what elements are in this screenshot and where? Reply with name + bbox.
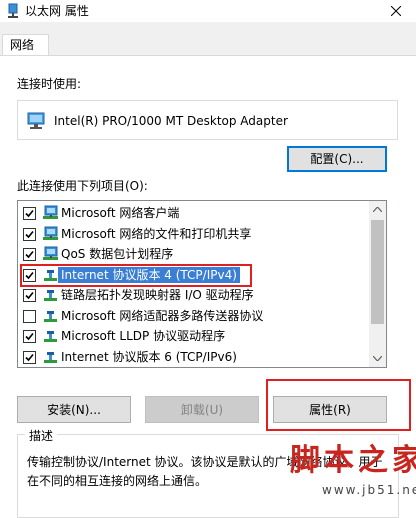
- checkmark-icon: [25, 230, 34, 238]
- item-checkbox[interactable]: [23, 268, 36, 282]
- item-checkbox[interactable]: [23, 227, 36, 241]
- checkmark-icon: [25, 209, 34, 218]
- item-label: Microsoft 网络适配器多路传送器协议: [61, 308, 264, 323]
- item-label: 链路层拓扑发现映射器 I/O 驱动程序: [61, 288, 254, 302]
- close-icon: [391, 6, 401, 16]
- items-label: 此连接使用下列项目(O):: [17, 179, 148, 193]
- items-list[interactable]: Microsoft 网络客户端 Microsoft 网络的文件和打印机共享 QoS …: [17, 200, 387, 368]
- watermark-url: www.jb51.net: [322, 483, 416, 497]
- tab-strip: 网络: [0, 22, 416, 56]
- chevron-up-icon: [373, 207, 382, 212]
- list-scrollbar[interactable]: [369, 201, 386, 367]
- scroll-thumb[interactable]: [371, 220, 384, 324]
- protocol-icon: [44, 310, 57, 322]
- item-label: Microsoft 网络客户端: [61, 206, 180, 220]
- list-item[interactable]: Microsoft 网络适配器多路传送器协议: [18, 307, 370, 326]
- protocol-icon: [44, 269, 57, 281]
- list-item[interactable]: QoS 数据包计划程序: [18, 245, 370, 264]
- tab-network[interactable]: 网络: [2, 34, 49, 56]
- checkmark-icon: [25, 291, 34, 300]
- list-item[interactable]: Microsoft LLDP 协议驱动程序: [18, 327, 370, 346]
- adapter-name: Intel(R) PRO/1000 MT Desktop Adapter: [54, 114, 288, 128]
- item-checkbox[interactable]: [23, 248, 36, 261]
- install-button[interactable]: 安装(N)...: [17, 396, 131, 423]
- item-label: QoS 数据包计划程序: [61, 247, 174, 261]
- item-checkbox[interactable]: [23, 207, 36, 220]
- list-item[interactable]: Microsoft 网络的文件和打印机共享: [18, 225, 370, 244]
- list-item[interactable]: Internet 协议版本 6 (TCP/IPv6): [18, 348, 370, 367]
- protocol-icon: [44, 290, 57, 301]
- checkmark-icon: [25, 332, 34, 341]
- scroll-up-button[interactable]: [369, 201, 386, 218]
- network-client-icon: [43, 205, 58, 219]
- properties-button[interactable]: 属性(R): [273, 396, 387, 423]
- adapter-box: Intel(R) PRO/1000 MT Desktop Adapter: [17, 100, 398, 140]
- item-checkbox[interactable]: [23, 309, 36, 323]
- checkmark-icon: [25, 353, 34, 361]
- watermark-logo: 脚本之家 www.jb51.net: [284, 431, 416, 516]
- description-legend: 描述: [25, 429, 58, 443]
- checkmark-icon: [25, 250, 34, 259]
- window-title: 以太网 属性: [25, 4, 89, 18]
- list-item[interactable]: Internet 协议版本 4 (TCP/IPv4): [18, 266, 370, 285]
- protocol-icon: [44, 351, 57, 363]
- close-button[interactable]: [376, 0, 416, 22]
- item-checkbox[interactable]: [23, 350, 36, 364]
- network-client-icon: [43, 226, 58, 240]
- scroll-down-button[interactable]: [369, 350, 386, 367]
- chevron-down-icon: [373, 356, 382, 361]
- network-adapter-icon: [27, 112, 45, 129]
- item-label: Internet 协议版本 4 (TCP/IPv4): [58, 266, 240, 283]
- item-checkbox[interactable]: [23, 289, 36, 302]
- watermark-text: 脚本之家: [290, 443, 416, 478]
- network-adapter-icon: [8, 3, 18, 18]
- uninstall-button[interactable]: 卸载(U): [145, 396, 259, 423]
- item-label: Microsoft LLDP 协议驱动程序: [61, 329, 226, 343]
- item-checkbox[interactable]: [23, 330, 36, 343]
- list-item[interactable]: 链路层拓扑发现映射器 I/O 驱动程序: [18, 286, 370, 305]
- item-label: Microsoft 网络的文件和打印机共享: [61, 226, 252, 241]
- title-bar: 以太网 属性: [0, 0, 416, 22]
- list-item[interactable]: Microsoft 网络客户端: [18, 204, 370, 223]
- item-label: Internet 协议版本 6 (TCP/IPv6): [61, 349, 237, 364]
- checkmark-icon: [25, 271, 34, 279]
- configure-button[interactable]: 配置(C)...: [287, 146, 387, 172]
- protocol-icon: [44, 331, 57, 342]
- network-client-icon: [43, 246, 58, 260]
- connect-using-label: 连接时使用:: [17, 77, 82, 91]
